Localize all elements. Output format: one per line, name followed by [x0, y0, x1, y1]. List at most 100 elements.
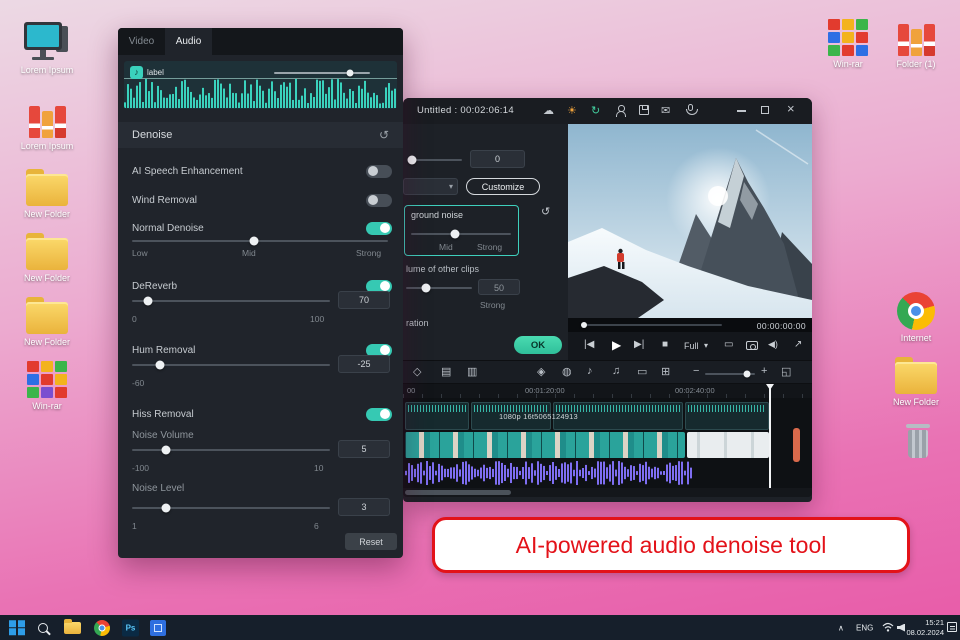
tab-video[interactable]: Video — [118, 28, 165, 55]
audio-clip-strip[interactable]: ♪ label — [124, 61, 397, 109]
clips-volume-value[interactable]: 50 — [478, 279, 520, 295]
language-indicator[interactable]: ENG — [856, 623, 873, 632]
screen-icon[interactable]: ▭ — [724, 339, 733, 350]
reset-button[interactable]: Reset — [345, 533, 397, 550]
taskbar-app[interactable] — [150, 619, 166, 636]
playhead[interactable] — [765, 384, 774, 488]
video-preview[interactable] — [568, 124, 812, 318]
snapshot-icon[interactable] — [746, 341, 758, 350]
keyframe-icon[interactable]: ◇ — [413, 365, 421, 378]
hscrollbar-thumb[interactable] — [405, 490, 511, 495]
noise-volume-slider[interactable] — [132, 445, 330, 455]
normal-denoise-slider[interactable] — [132, 236, 388, 246]
notification-center-icon[interactable] — [947, 622, 957, 632]
customize-button[interactable]: Customize — [466, 178, 540, 195]
noise-level-value[interactable]: 3 — [338, 498, 390, 516]
hum-removal-slider[interactable] — [132, 360, 330, 370]
settings-top-value[interactable]: 0 — [470, 150, 525, 168]
zoom-out-icon[interactable]: − — [693, 365, 699, 377]
clips-volume-slider[interactable] — [406, 283, 472, 293]
adjust-icon[interactable]: ▤ — [441, 365, 451, 378]
screen-record-icon[interactable]: ▭ — [637, 365, 647, 378]
mail-icon[interactable]: ✉ — [661, 103, 670, 119]
noise-level-slider[interactable] — [132, 503, 330, 513]
settings-dropdown[interactable]: ▾ — [403, 178, 458, 195]
music-icon[interactable]: ♫ — [612, 365, 620, 377]
audio-waveform-track[interactable] — [405, 460, 695, 491]
reset-icon[interactable]: ↺ — [379, 128, 389, 142]
desktop-icon-winrar[interactable]: Win-rar — [816, 14, 880, 69]
tray-chevron-icon[interactable]: ∧ — [838, 623, 844, 632]
noise-volume-value[interactable]: 5 — [338, 440, 390, 458]
cloud-icon[interactable]: ☁ — [543, 103, 554, 119]
zoom-in-icon[interactable]: + — [761, 365, 767, 377]
minimize-button[interactable] — [737, 110, 746, 112]
ok-button[interactable]: OK — [514, 336, 562, 354]
audio-clip-segment[interactable] — [405, 402, 469, 430]
mark-mid: Mid — [242, 248, 256, 258]
next-frame-button[interactable]: ▶| — [634, 339, 644, 350]
desktop-icon-folder[interactable]: New Folder — [15, 228, 79, 283]
stop-button[interactable]: ■ — [662, 339, 668, 350]
ai-speech-toggle[interactable] — [366, 164, 392, 178]
desktop-icon-winrar[interactable]: Win-rar — [15, 356, 79, 411]
prev-frame-button[interactable]: |◀ — [584, 339, 594, 350]
hiss-removal-toggle[interactable] — [366, 407, 392, 421]
save-icon[interactable] — [639, 105, 649, 115]
mic-icon[interactable] — [686, 104, 698, 115]
volume-envelope-line[interactable] — [124, 78, 397, 79]
desktop-icon-recycle-bin[interactable] — [886, 418, 950, 460]
settings-slider-top[interactable] — [407, 155, 462, 165]
grid-icon[interactable]: ⊞ — [661, 365, 670, 378]
noise-strength-slider[interactable] — [411, 229, 511, 239]
taskbar-photoshop[interactable]: Ps — [122, 619, 139, 636]
timeline-hscrollbar[interactable] — [403, 488, 812, 497]
voiceover-icon[interactable]: ♪ — [587, 365, 593, 377]
preview-progress-bar[interactable]: 00:00:00:00 — [568, 318, 812, 332]
record-icon[interactable]: ◍ — [562, 365, 572, 378]
clip-volume-slider[interactable] — [274, 69, 370, 77]
reset-icon[interactable]: ↺ — [541, 204, 550, 220]
video-clip-filmstrip[interactable] — [405, 432, 685, 458]
audio-mixer-icon[interactable]: ▥ — [467, 365, 477, 378]
account-icon[interactable] — [615, 105, 626, 117]
desktop-icon-computer[interactable]: Lorem Ipsum — [15, 20, 79, 75]
desktop-icon-binders[interactable]: Folder (1) — [884, 14, 948, 69]
normal-denoise-toggle[interactable] — [366, 221, 392, 235]
desktop-icon-binders[interactable]: Lorem Ipsum — [15, 96, 79, 151]
audio-clip-segment[interactable] — [685, 402, 769, 430]
speaker-icon[interactable]: ◀) — [768, 339, 778, 350]
wind-removal-toggle[interactable] — [366, 193, 392, 207]
zoom-slider[interactable] — [705, 370, 755, 378]
desktop-icon-folder[interactable]: New Folder — [15, 164, 79, 219]
effects-icon[interactable]: ◈ — [537, 365, 545, 378]
quality-dropdown[interactable]: Full — [684, 341, 699, 351]
refresh-icon[interactable]: ↻ — [591, 103, 600, 119]
maximize-button[interactable] — [761, 106, 769, 114]
hum-removal-value[interactable]: -25 — [338, 355, 390, 373]
desktop-icon-folder[interactable]: New Folder — [884, 352, 948, 407]
dereverb-slider[interactable] — [132, 296, 330, 306]
dereverb-value[interactable]: 70 — [338, 291, 390, 309]
search-icon[interactable] — [38, 622, 48, 633]
brightness-icon[interactable]: ☀ — [567, 103, 577, 119]
ration-label: ration — [406, 318, 429, 328]
tab-audio[interactable]: Audio — [165, 28, 212, 55]
title-bar[interactable]: Untitled : 00:02:06:14 ☁ ☀ ↻ ✉ × — [403, 98, 812, 124]
seek-track[interactable] — [581, 322, 722, 328]
taskbar-explorer[interactable] — [64, 618, 81, 634]
fit-timeline-icon[interactable]: ◱ — [781, 365, 791, 378]
wifi-icon[interactable] — [882, 619, 894, 637]
volume-icon[interactable] — [897, 623, 905, 632]
play-button[interactable]: ▶ — [612, 338, 621, 352]
taskbar-chrome[interactable] — [94, 619, 110, 636]
timeline-vscrollbar[interactable] — [793, 428, 800, 462]
fullscreen-icon[interactable]: ↗ — [794, 339, 802, 350]
start-button[interactable] — [9, 619, 25, 636]
desktop-icon-folder[interactable]: New Folder — [15, 292, 79, 347]
video-clip-filmstrip-end[interactable] — [687, 432, 769, 458]
desktop-icon-internet[interactable]: Internet — [884, 288, 948, 343]
close-button[interactable]: × — [787, 101, 795, 117]
clock[interactable]: 15:21 08.02.2024 — [906, 618, 944, 637]
timeline-ruler[interactable]: 00 00:01:20:00 00:02:40:00 — [403, 384, 812, 398]
